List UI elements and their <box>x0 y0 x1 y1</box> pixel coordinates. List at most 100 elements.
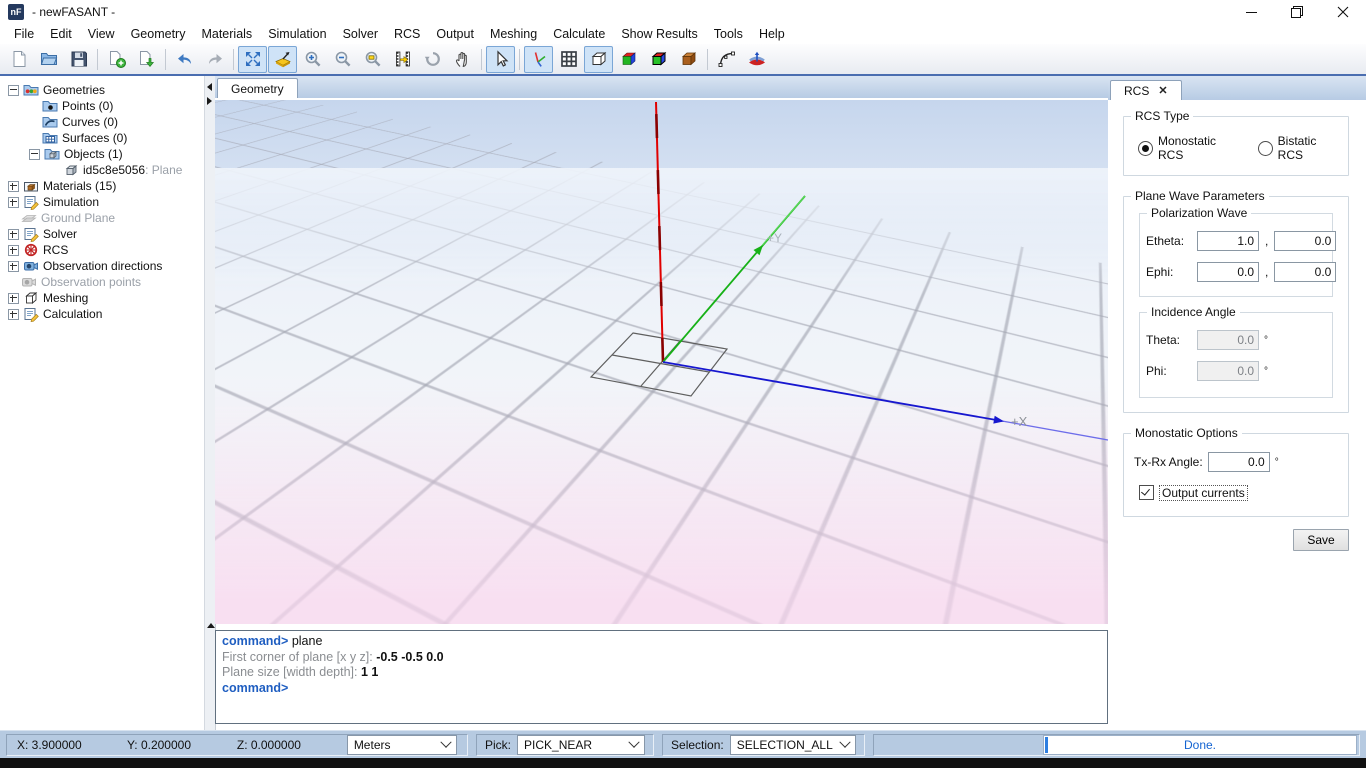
units-select[interactable]: Meters <box>347 735 457 755</box>
tree-item-materials[interactable]: Materials (15) <box>0 178 204 194</box>
tree-item-observation-points[interactable]: Observation points <box>0 274 204 290</box>
phi-label: Phi: <box>1146 364 1192 378</box>
geometries-icon <box>23 82 39 98</box>
expand-icon[interactable] <box>8 261 19 272</box>
tree-item-meshing[interactable]: Meshing <box>0 290 204 306</box>
tree-item-simulation[interactable]: Simulation <box>0 194 204 210</box>
txrx-angle-input[interactable] <box>1208 452 1270 472</box>
chevron-down-icon <box>628 736 639 747</box>
rotate-view-icon[interactable] <box>418 46 447 73</box>
collapse-up-icon[interactable] <box>207 623 215 628</box>
expand-icon[interactable] <box>8 181 19 192</box>
close-tab-icon[interactable]: ✕ <box>1158 84 1167 97</box>
tree-item-solver[interactable]: Solver <box>0 226 204 242</box>
save-button[interactable]: Save <box>1293 529 1349 551</box>
close-button[interactable] <box>1320 0 1366 24</box>
incidence-angle-group: Incidence Angle Theta: ° Phi: ° <box>1139 312 1333 398</box>
menu-help[interactable]: Help <box>751 26 793 42</box>
menu-simulation[interactable]: Simulation <box>260 26 334 42</box>
zoom-window-icon[interactable] <box>358 46 387 73</box>
expand-icon[interactable] <box>8 229 19 240</box>
fit-view-icon[interactable] <box>238 46 267 73</box>
zoom-in-icon[interactable] <box>298 46 327 73</box>
radio-icon[interactable] <box>1258 141 1273 156</box>
show-axes-icon[interactable] <box>524 46 553 73</box>
solver-icon <box>23 226 39 242</box>
menu-materials[interactable]: Materials <box>193 26 260 42</box>
menu-show-results[interactable]: Show Results <box>613 26 705 42</box>
wireframe-view-icon[interactable] <box>584 46 613 73</box>
collapse-left-icon[interactable] <box>207 83 212 91</box>
pick-select[interactable]: PICK_NEAR <box>517 735 645 755</box>
etheta-real-input[interactable] <box>1197 231 1259 251</box>
redo-icon[interactable] <box>200 46 229 73</box>
menu-file[interactable]: File <box>6 26 42 42</box>
undo-icon[interactable] <box>170 46 199 73</box>
menu-view[interactable]: View <box>80 26 123 42</box>
menu-tools[interactable]: Tools <box>706 26 751 42</box>
tree-item-geometries[interactable]: Geometries <box>0 82 204 98</box>
menu-edit[interactable]: Edit <box>42 26 80 42</box>
view-sequence-icon[interactable] <box>388 46 417 73</box>
new-file-icon[interactable] <box>4 46 33 73</box>
tree-item-plane-object[interactable]: id5c8e5056 : Plane <box>0 162 204 178</box>
zoom-out-icon[interactable] <box>328 46 357 73</box>
selection-select[interactable]: SELECTION_ALL <box>730 735 856 755</box>
console-prompt-line[interactable]: command> <box>222 681 1101 697</box>
surface-normals-icon[interactable] <box>742 46 771 73</box>
expand-icon[interactable] <box>8 293 19 304</box>
tree-item-ground-plane[interactable]: Ground Plane <box>0 210 204 226</box>
radio-selected-icon[interactable] <box>1138 141 1153 156</box>
tree-item-points[interactable]: Points (0) <box>0 98 204 114</box>
status-bar: X: 3.900000 Y: 0.200000 Z: 0.000000 Mete… <box>0 730 1366 758</box>
solid-view-icon[interactable] <box>674 46 703 73</box>
tab-geometry[interactable]: Geometry <box>217 78 298 98</box>
menu-calculate[interactable]: Calculate <box>545 26 613 42</box>
bistatic-rcs-radio[interactable]: Bistatic RCS <box>1258 134 1336 162</box>
output-currents-checkbox[interactable] <box>1139 485 1154 500</box>
tree-item-rcs[interactable]: RCS <box>0 242 204 258</box>
3d-viewport[interactable]: +Y +X <box>215 100 1108 624</box>
output-currents-option[interactable]: Output currents <box>1139 485 1338 500</box>
tab-rcs[interactable]: RCS✕ <box>1110 80 1182 100</box>
save-icon[interactable] <box>64 46 93 73</box>
menu-output[interactable]: Output <box>428 26 482 42</box>
simulation-icon <box>23 194 39 210</box>
pick-label: Pick: <box>485 738 511 752</box>
restore-button[interactable] <box>1274 0 1320 24</box>
add-geometry-icon[interactable] <box>102 46 131 73</box>
menu-rcs[interactable]: RCS <box>386 26 428 42</box>
collapse-icon[interactable] <box>8 85 19 96</box>
ephi-imag-input[interactable] <box>1274 262 1336 282</box>
menu-geometry[interactable]: Geometry <box>123 26 194 42</box>
plane-wave-group: Plane Wave Parameters Polarization Wave … <box>1123 196 1349 413</box>
expand-icon[interactable] <box>8 197 19 208</box>
collapse-icon[interactable] <box>29 149 40 160</box>
expand-icon[interactable] <box>8 245 19 256</box>
tree-item-objects[interactable]: Objects (1) <box>0 146 204 162</box>
rcs-panel: RCS✕ RCS Type Monostatic RCS Bistatic RC… <box>1108 76 1366 730</box>
monostatic-rcs-radio[interactable]: Monostatic RCS <box>1138 134 1234 162</box>
shaded-view-icon[interactable] <box>614 46 643 73</box>
collapse-right-icon[interactable] <box>207 97 212 105</box>
menu-solver[interactable]: Solver <box>335 26 386 42</box>
import-geometry-icon[interactable] <box>132 46 161 73</box>
ephi-real-input[interactable] <box>1197 262 1259 282</box>
perspective-view-icon[interactable] <box>268 46 297 73</box>
command-console[interactable]: command> plane First corner of plane [x … <box>215 630 1108 724</box>
curve-tool-icon[interactable] <box>712 46 741 73</box>
tree-item-observation-directions[interactable]: Observation directions <box>0 258 204 274</box>
etheta-imag-input[interactable] <box>1274 231 1336 251</box>
minimize-button[interactable] <box>1228 0 1274 24</box>
show-grid-icon[interactable] <box>554 46 583 73</box>
y-coordinate: Y: 0.200000 <box>127 738 237 752</box>
expand-icon[interactable] <box>8 309 19 320</box>
tree-item-surfaces[interactable]: Surfaces (0) <box>0 130 204 146</box>
open-icon[interactable] <box>34 46 63 73</box>
pan-view-icon[interactable] <box>448 46 477 73</box>
select-cursor-icon[interactable] <box>486 46 515 73</box>
menu-meshing[interactable]: Meshing <box>482 26 545 42</box>
tree-item-calculation[interactable]: Calculation <box>0 306 204 322</box>
shaded-edges-view-icon[interactable] <box>644 46 673 73</box>
tree-item-curves[interactable]: Curves (0) <box>0 114 204 130</box>
